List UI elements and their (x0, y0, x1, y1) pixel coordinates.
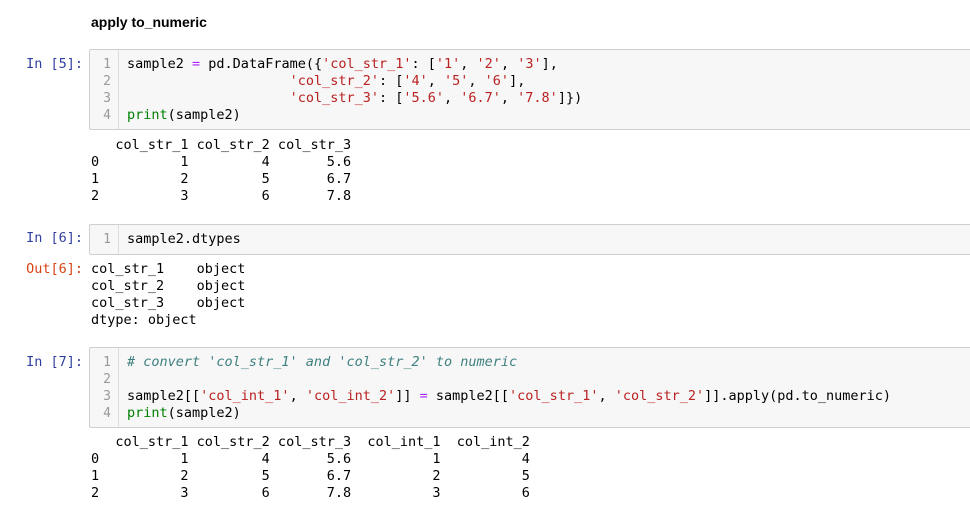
cell7-code-editor[interactable]: 1 2 3 4 # convert 'col_str_1' and 'col_s… (89, 347, 970, 428)
cell6-line-gutter: 1 (90, 225, 119, 254)
markdown-heading: apply to_numeric (91, 14, 207, 30)
line-number: 4 (103, 406, 111, 421)
cell7-comment: # convert 'col_str_1' and 'col_str_2' to… (127, 354, 518, 370)
cell6-input-prompt: In [6]: (26, 230, 83, 246)
line-number: 3 (103, 91, 111, 106)
line-number: 2 (103, 74, 111, 89)
line-number: 1 (103, 355, 111, 370)
cell6-output: col_str_1 object col_str_2 object col_st… (91, 261, 246, 328)
cell5-line-gutter: 1 2 3 4 (90, 50, 119, 129)
cell6-output-prompt: Out[6]: (26, 261, 83, 277)
cell5-code: sample2 = pd.DataFrame({'col_str_1': ['1… (127, 56, 583, 123)
cell7-input-prompt: In [7]: (26, 354, 83, 370)
cell7-line-gutter: 1 2 3 4 (90, 348, 119, 427)
cell5-input-prompt: In [5]: (26, 56, 83, 72)
cell6-code: sample2.dtypes (127, 231, 241, 247)
line-number: 4 (103, 108, 111, 123)
cell6-code-editor[interactable]: 1 sample2.dtypes (89, 224, 970, 255)
line-number: 2 (103, 372, 111, 387)
line-number: 3 (103, 389, 111, 404)
cell5-code-editor[interactable]: 1 2 3 4 sample2 = pd.DataFrame({'col_str… (89, 49, 970, 130)
cell7-code: # convert 'col_str_1' and 'col_str_2' to… (127, 354, 892, 421)
line-number: 1 (103, 232, 111, 247)
cell7-output: col_str_1 col_str_2 col_str_3 col_int_1 … (91, 434, 530, 501)
cell5-output: col_str_1 col_str_2 col_str_3 0 1 4 5.6 … (91, 137, 352, 204)
line-number: 1 (103, 57, 111, 72)
